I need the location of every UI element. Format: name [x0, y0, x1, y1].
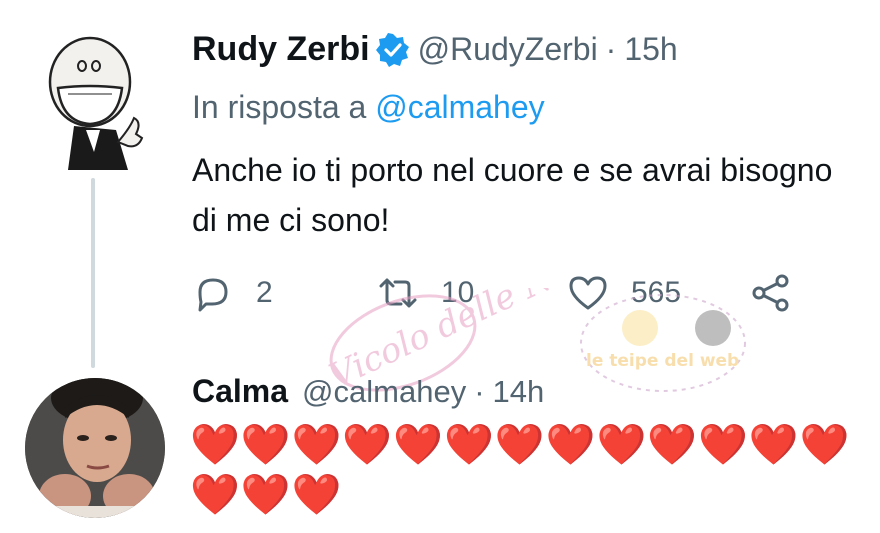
tweet-text: Anche io ti porto nel cuore e se avrai b… — [192, 152, 833, 238]
like-count: 565 — [631, 276, 682, 309]
tweet-action-bar: 2 10 565 — [192, 272, 812, 316]
retweet-icon — [379, 278, 417, 308]
reply-header: Calma @calmahey · 14h — [192, 373, 544, 410]
reply-button[interactable]: 2 — [192, 272, 273, 314]
share-icon — [752, 274, 789, 312]
reply-header-separator: · — [474, 373, 485, 409]
author-handle[interactable]: @RudyZerbi — [418, 31, 598, 68]
calma-avatar[interactable] — [25, 378, 165, 518]
thread-connector-line — [91, 178, 95, 368]
reply-author-handle[interactable]: @calmahey — [302, 374, 466, 410]
share-button[interactable] — [750, 272, 814, 314]
verified-badge-icon — [375, 32, 410, 67]
replying-to: In risposta a @calmahey — [192, 89, 545, 126]
replying-to-label: In risposta a — [192, 89, 367, 125]
reply-timestamp[interactable]: 14h — [493, 374, 545, 410]
reply-icon — [198, 278, 228, 312]
tweet-timestamp[interactable]: 15h — [624, 31, 677, 68]
like-button[interactable]: 565 — [567, 272, 681, 314]
watermark-right-text: le teipe del web — [586, 351, 739, 371]
retweet-button[interactable]: 10 — [377, 272, 474, 314]
author-name[interactable]: Rudy Zerbi — [192, 30, 370, 69]
header-separator: · — [605, 31, 617, 67]
reply-mention-link[interactable]: @calmahey — [375, 89, 544, 125]
retweet-count: 10 — [441, 276, 475, 309]
heart-icon — [569, 276, 607, 310]
rudy-zerbi-avatar[interactable] — [38, 30, 156, 172]
reply-count: 2 — [256, 276, 273, 309]
tweet-header: Rudy Zerbi @RudyZerbi · 15h — [192, 30, 678, 69]
reply-text: ❤️❤️❤️❤️❤️❤️❤️❤️❤️❤️❤️❤️❤️❤️❤️❤️ — [190, 423, 851, 517]
reply-author-name[interactable]: Calma — [192, 373, 288, 410]
